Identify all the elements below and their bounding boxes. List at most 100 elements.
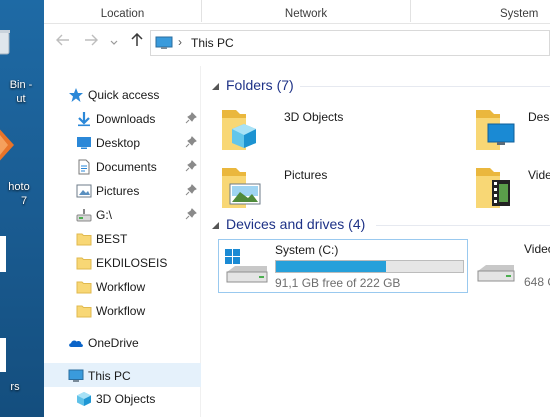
- nav-item-label: Quick access: [88, 88, 160, 102]
- nav-item-onedrive[interactable]: OneDrive: [44, 331, 201, 355]
- document-shortcut-icon[interactable]: [0, 338, 6, 372]
- back-arrow-icon: [56, 34, 69, 46]
- drives-section-header[interactable]: Devices and drives (4): [202, 214, 550, 236]
- navigation-pane: Quick access Downloads Desktop Documents…: [44, 66, 201, 417]
- desktop-folder-icon: [476, 110, 515, 150]
- desktop-item-line: hoto: [8, 181, 30, 193]
- nav-item-ekdiloseis[interactable]: EKDILOSEIS: [44, 251, 201, 275]
- downloads-icon: [78, 112, 90, 127]
- star-icon: [69, 88, 83, 102]
- videos-folder-icon: [476, 168, 510, 208]
- nav-item-downloads[interactable]: Downloads: [44, 107, 201, 131]
- folder-icon: [76, 233, 92, 246]
- folder-label: Videos: [528, 168, 550, 182]
- content-pane: Folders (7) 3D Objects Desktop: [202, 66, 550, 417]
- drive-label: System (C:): [275, 243, 339, 257]
- nav-item-pictures[interactable]: Pictures: [44, 179, 201, 203]
- nav-item-label: G:\: [96, 208, 113, 222]
- nav-item-drive-g[interactable]: G:\: [44, 203, 201, 227]
- nav-item-label: EKDILOSEIS: [96, 256, 168, 270]
- section-divider: [376, 225, 550, 226]
- ribbon-divider: [410, 0, 411, 22]
- nav-item-workflow[interactable]: Workflow: [44, 275, 201, 299]
- folder-label: 3D Objects: [284, 110, 344, 124]
- desktop-icon: [77, 137, 91, 149]
- breadcrumb-this-pc[interactable]: This PC: [191, 36, 234, 50]
- collapse-chevron-icon[interactable]: [210, 220, 220, 230]
- up-button[interactable]: [128, 32, 146, 51]
- nav-item-label: 3D Objects: [96, 392, 156, 406]
- desktop-item-line: 7: [20, 195, 28, 207]
- recycle-bin-icon[interactable]: [0, 28, 12, 56]
- address-bar[interactable]: › This PC: [150, 30, 550, 56]
- nav-item-label: This PC: [88, 369, 131, 383]
- nav-item-label: Desktop: [96, 136, 141, 150]
- drive-tile-system-c[interactable]: System (C:) 91,1 GB free of 222 GB: [218, 239, 468, 293]
- desktop-item-label[interactable]: rs: [0, 380, 44, 394]
- drive-free-space: 91,1 GB free of 222 GB: [275, 276, 401, 290]
- drive-usage-fill: [276, 261, 387, 272]
- file-explorer-window: Location Network System › This PC Quick …: [44, 0, 550, 417]
- drive-tile-videos[interactable]: Videos 648 GB: [474, 239, 550, 289]
- pin-icon[interactable]: [185, 136, 197, 148]
- forward-arrow-icon: [85, 34, 98, 46]
- this-pc-icon: [68, 369, 84, 382]
- forward-button[interactable]: [82, 33, 100, 51]
- folder-icon: [76, 305, 92, 318]
- folder-icon: [76, 281, 92, 294]
- desktop-item-label[interactable]: Bin - ut: [0, 78, 44, 106]
- pin-icon[interactable]: [185, 184, 197, 196]
- desktop-item-line: Bin -: [9, 79, 33, 91]
- hard-drive-icon: [477, 265, 515, 282]
- folder-tile-videos[interactable]: Videos: [466, 162, 550, 212]
- back-button[interactable]: [54, 33, 72, 51]
- folder-tile-desktop[interactable]: Desktop: [466, 104, 550, 154]
- ribbon-group-system: System: [500, 8, 539, 20]
- nav-item-label: Workflow: [96, 304, 146, 318]
- folders-section-header[interactable]: Folders (7): [202, 75, 550, 97]
- folder-tile-3d-objects[interactable]: 3D Objects: [212, 104, 442, 154]
- document-shortcut-icon[interactable]: [0, 236, 6, 272]
- nav-item-quick-access[interactable]: Quick access: [44, 83, 201, 107]
- ribbon-group-network: Network: [284, 8, 328, 20]
- pictures-icon: [76, 184, 92, 198]
- nav-item-documents[interactable]: Documents: [44, 155, 201, 179]
- nav-item-best[interactable]: BEST: [44, 227, 201, 251]
- nav-item-desktop[interactable]: Desktop: [44, 131, 201, 155]
- nav-item-label: Downloads: [96, 112, 156, 126]
- folder-icon: [76, 257, 92, 270]
- folder-label: Pictures: [284, 168, 328, 182]
- folders-section-title: Folders (7): [226, 77, 294, 93]
- documents-icon: [78, 159, 90, 175]
- pin-icon[interactable]: [185, 112, 197, 124]
- ribbon: Location Network System: [44, 0, 550, 24]
- nav-item-3d-objects[interactable]: 3D Objects: [44, 387, 201, 411]
- app-shortcut-icon[interactable]: [0, 125, 14, 165]
- recent-locations-button[interactable]: [108, 33, 120, 51]
- pictures-folder-icon: [222, 168, 261, 208]
- section-divider: [300, 86, 550, 87]
- chevron-down-icon: [110, 40, 118, 45]
- folder-tile-pictures[interactable]: Pictures: [212, 162, 442, 212]
- desktop-item-label[interactable]: hoto 7: [0, 180, 44, 208]
- nav-item-workflow[interactable]: Workflow: [44, 299, 201, 323]
- pin-icon[interactable]: [185, 160, 197, 172]
- collapse-chevron-icon[interactable]: [210, 81, 220, 91]
- nav-item-label: Pictures: [96, 184, 140, 198]
- drive-icon: [76, 209, 92, 222]
- nav-item-label: Documents: [96, 160, 157, 174]
- pin-icon[interactable]: [185, 208, 197, 220]
- folder-label: Desktop: [528, 110, 550, 124]
- 3d-objects-icon: [77, 392, 91, 406]
- desktop-background: Bin - ut hoto 7 rs: [0, 0, 44, 417]
- this-pc-icon: [155, 36, 173, 49]
- 3d-objects-folder-icon: [222, 110, 256, 150]
- up-arrow-icon: [131, 32, 143, 46]
- onedrive-icon: [69, 340, 83, 347]
- breadcrumb-separator-icon[interactable]: ›: [178, 35, 182, 49]
- ribbon-group-location: Location: [100, 8, 145, 20]
- desktop-item-line: rs: [10, 381, 20, 393]
- desktop-item-line: ut: [16, 93, 26, 105]
- nav-item-this-pc[interactable]: This PC: [44, 363, 201, 387]
- nav-item-label: OneDrive: [88, 336, 139, 350]
